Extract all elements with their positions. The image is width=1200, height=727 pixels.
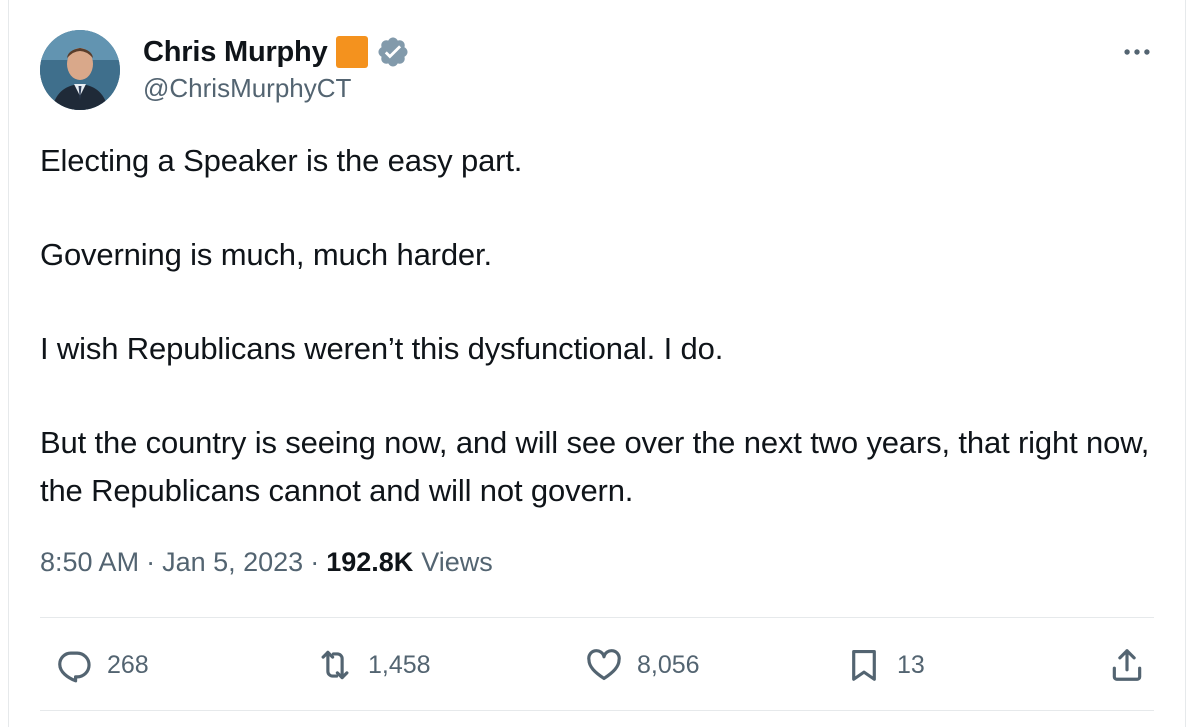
tweet-text: Electing a Speaker is the easy part. Gov… xyxy=(40,137,1150,515)
avatar[interactable] xyxy=(40,30,120,110)
tweet-date[interactable]: Jan 5, 2023 xyxy=(162,547,303,578)
tweet-paragraph: Electing a Speaker is the easy part. xyxy=(40,143,523,178)
bookmark-button[interactable]: 13 xyxy=(845,634,925,696)
tweet-paragraph: I wish Republicans weren’t this dysfunct… xyxy=(40,331,724,366)
more-horizontal-icon xyxy=(1124,49,1150,55)
more-options-button[interactable] xyxy=(1115,30,1159,74)
tweet-paragraph: But the country is seeing now, and will … xyxy=(40,425,1150,508)
tweet-meta: 8:50 AM · Jan 5, 2023 · 192.8K Views xyxy=(40,547,493,578)
tweet-card: Chris Murphy @ChrisMurphyCT Electing a S… xyxy=(8,0,1186,727)
author-name[interactable]: Chris Murphy xyxy=(143,36,328,69)
reply-icon xyxy=(58,651,91,683)
like-button[interactable]: 8,056 xyxy=(585,634,700,696)
share-button[interactable] xyxy=(1108,634,1146,696)
repost-count: 1,458 xyxy=(368,650,431,679)
heart-icon xyxy=(587,649,621,681)
author-name-row[interactable]: Chris Murphy xyxy=(143,33,410,71)
divider xyxy=(40,710,1154,711)
views-count[interactable]: 192.8K xyxy=(326,547,413,578)
repost-icon xyxy=(321,650,349,680)
share-icon xyxy=(1112,649,1142,681)
action-bar: 268 1,458 8,056 13 xyxy=(40,634,1154,696)
tweet-time[interactable]: 8:50 AM xyxy=(40,547,139,578)
meta-separator: · xyxy=(310,547,320,577)
bookmark-icon xyxy=(852,649,876,681)
repost-button[interactable]: 1,458 xyxy=(316,634,431,696)
author-handle[interactable]: @ChrisMurphyCT xyxy=(143,73,351,104)
reply-count: 268 xyxy=(107,650,149,679)
verified-badge-icon xyxy=(376,35,410,69)
like-count: 8,056 xyxy=(637,650,700,679)
divider xyxy=(40,617,1154,618)
reply-button[interactable]: 268 xyxy=(55,634,149,696)
affiliate-badge xyxy=(335,36,368,68)
bookmark-count: 13 xyxy=(897,650,925,679)
tweet-paragraph: Governing is much, much harder. xyxy=(40,237,492,272)
meta-separator: · xyxy=(146,547,156,577)
views-label: Views xyxy=(421,547,493,577)
avatar-image xyxy=(40,30,120,110)
